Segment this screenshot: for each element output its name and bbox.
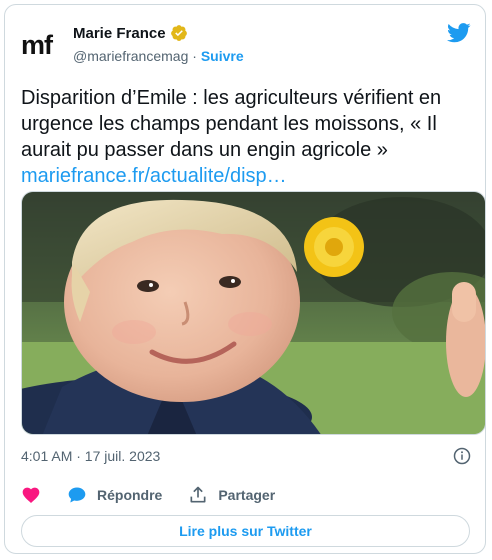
- share-icon: [190, 486, 206, 503]
- heart-icon: [22, 487, 40, 503]
- handle-row: @mariefrancemag · Suivre: [73, 48, 244, 64]
- share-label: Partager: [218, 487, 276, 503]
- follow-link[interactable]: Suivre: [201, 48, 244, 64]
- read-more-button[interactable]: Lire plus sur Twitter: [21, 515, 470, 547]
- reply-button[interactable]: Répondre: [67, 485, 162, 505]
- share-button[interactable]: Partager: [188, 485, 275, 505]
- article-link[interactable]: mariefrance.fr/actualite/disp…: [21, 163, 471, 189]
- author-name[interactable]: Marie France: [73, 25, 166, 42]
- like-button[interactable]: [21, 485, 41, 505]
- verified-badge-icon: [170, 25, 187, 41]
- tweet-card: mf Marie France @mariefrancemag · Suivre…: [4, 4, 486, 554]
- tweet-text: Disparition d’Emile : les agriculteurs v…: [21, 87, 442, 161]
- info-icon[interactable]: [453, 447, 471, 465]
- tweet-timestamp[interactable]: 4:01 AM · 17 juil. 2023: [21, 448, 160, 464]
- author-name-row: Marie France: [73, 24, 188, 42]
- tweet-photo[interactable]: [21, 191, 486, 435]
- reply-label: Répondre: [97, 487, 163, 503]
- dandelion-flower: [304, 217, 364, 277]
- separator: ·: [188, 48, 201, 64]
- tweet-actions: Répondre Partager: [21, 483, 301, 507]
- author-handle[interactable]: @mariefrancemag: [73, 48, 188, 64]
- tweet-text-block: Disparition d’Emile : les agriculteurs v…: [21, 85, 471, 189]
- twitter-bird-icon[interactable]: [447, 23, 471, 43]
- tweet-meta: 4:01 AM · 17 juil. 2023: [21, 445, 471, 467]
- tweet-header: mf Marie France @mariefrancemag · Suivre: [5, 5, 485, 75]
- reply-bubble-icon: [68, 487, 86, 503]
- child-with-dandelion-photo: [22, 192, 485, 434]
- author-avatar-logo[interactable]: mf: [21, 27, 65, 63]
